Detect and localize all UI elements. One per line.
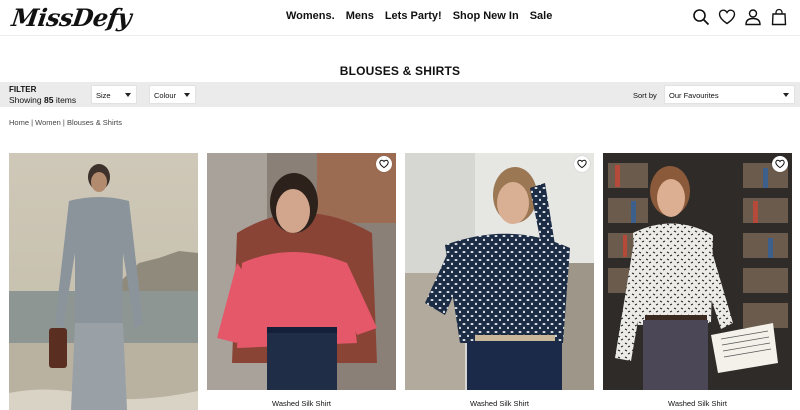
breadcrumb[interactable]: Home | Women | Blouses & Shirts (9, 118, 122, 127)
heart-icon (379, 159, 389, 169)
nav-womens[interactable]: Womens. (286, 10, 335, 22)
item-count: Showing 85 items (9, 95, 76, 105)
nav-sale[interactable]: Sale (530, 10, 553, 22)
product-card[interactable] (9, 153, 198, 410)
nav-mens[interactable]: Mens (346, 10, 374, 22)
colour-select[interactable]: Colour (149, 85, 196, 104)
product-card[interactable]: Washed Silk Shirt (603, 153, 792, 410)
product-name[interactable]: Washed Silk Shirt (405, 399, 594, 408)
chevron-down-icon (125, 93, 131, 97)
sort-by-label: Sort by (633, 91, 657, 100)
header-icons (692, 7, 788, 27)
item-count-number: 85 (43, 95, 54, 105)
heart-icon (577, 159, 587, 169)
item-count-suffix: items (55, 95, 77, 105)
chevron-down-icon (184, 93, 190, 97)
wishlist-button[interactable] (772, 156, 788, 172)
page-title: BLOUSES & SHIRTS (339, 64, 461, 78)
brand-logo[interactable]: MissDefy (10, 3, 133, 32)
wishlist-button[interactable] (574, 156, 590, 172)
main-nav: Womens. Mens Lets Party! Shop New In Sal… (286, 10, 552, 22)
chevron-down-icon (783, 93, 789, 97)
size-select[interactable]: Size (91, 85, 137, 104)
item-count-prefix: Showing (9, 95, 42, 105)
wishlist-button[interactable] (376, 156, 392, 172)
product-image[interactable] (207, 153, 396, 390)
site-header: MissDefy Womens. Mens Lets Party! Shop N… (0, 0, 800, 36)
product-card[interactable]: Washed Silk Shirt (207, 153, 396, 410)
colour-select-label: Colour (154, 91, 177, 100)
nav-lets-party[interactable]: Lets Party! (385, 10, 442, 22)
product-card[interactable]: Washed Silk Shirt (405, 153, 594, 410)
bag-icon[interactable] (770, 7, 788, 27)
nav-shop-new-in[interactable]: Shop New In (453, 10, 519, 22)
product-name[interactable]: Washed Silk Shirt (603, 399, 792, 408)
sort-select[interactable]: Our Favourites (664, 85, 795, 104)
filter-label[interactable]: FILTER (9, 85, 36, 94)
heart-icon (775, 159, 785, 169)
filter-bar: FILTER Showing 85 items Size Colour Sort… (0, 82, 800, 107)
search-icon[interactable] (692, 7, 710, 27)
size-select-label: Size (96, 91, 111, 100)
sort-select-value: Our Favourites (669, 91, 719, 100)
product-image[interactable] (603, 153, 792, 390)
account-icon[interactable] (744, 7, 762, 27)
product-image[interactable] (405, 153, 594, 390)
heart-icon[interactable] (718, 7, 736, 27)
product-name[interactable]: Washed Silk Shirt (207, 399, 396, 408)
product-image[interactable] (9, 153, 198, 410)
